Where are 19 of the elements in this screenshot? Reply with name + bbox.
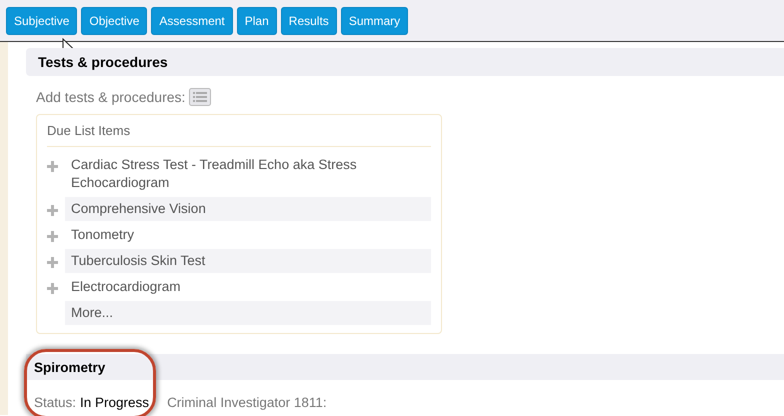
more-link[interactable]: More... (65, 301, 431, 325)
plus-icon[interactable] (47, 231, 58, 242)
add-label: Add tests & procedures: (36, 89, 186, 105)
due-list-item[interactable]: Tuberculosis Skin Test (65, 249, 431, 273)
section-title: Spirometry (34, 360, 106, 374)
status-label: Status: (34, 395, 76, 410)
list-icon[interactable] (189, 88, 212, 106)
due-list-item[interactable]: Tonometry (65, 223, 431, 247)
due-list-item[interactable]: Electrocardiogram (65, 275, 431, 299)
plus-icon[interactable] (47, 205, 58, 216)
plus-icon[interactable] (47, 161, 58, 172)
plus-icon[interactable] (47, 257, 58, 268)
performer-label: Criminal Investigator 1811: (167, 395, 327, 410)
due-list-item[interactable]: Comprehensive Vision (65, 197, 431, 221)
due-list-item[interactable]: Cardiac Stress Test - Treadmill Echo aka Stress Echocardiogram (65, 153, 431, 195)
card-title: Due List Items (47, 123, 431, 147)
status-value: In Progress (80, 395, 150, 410)
plus-icon[interactable] (47, 283, 58, 294)
section-title: Tests & procedures (38, 54, 168, 70)
